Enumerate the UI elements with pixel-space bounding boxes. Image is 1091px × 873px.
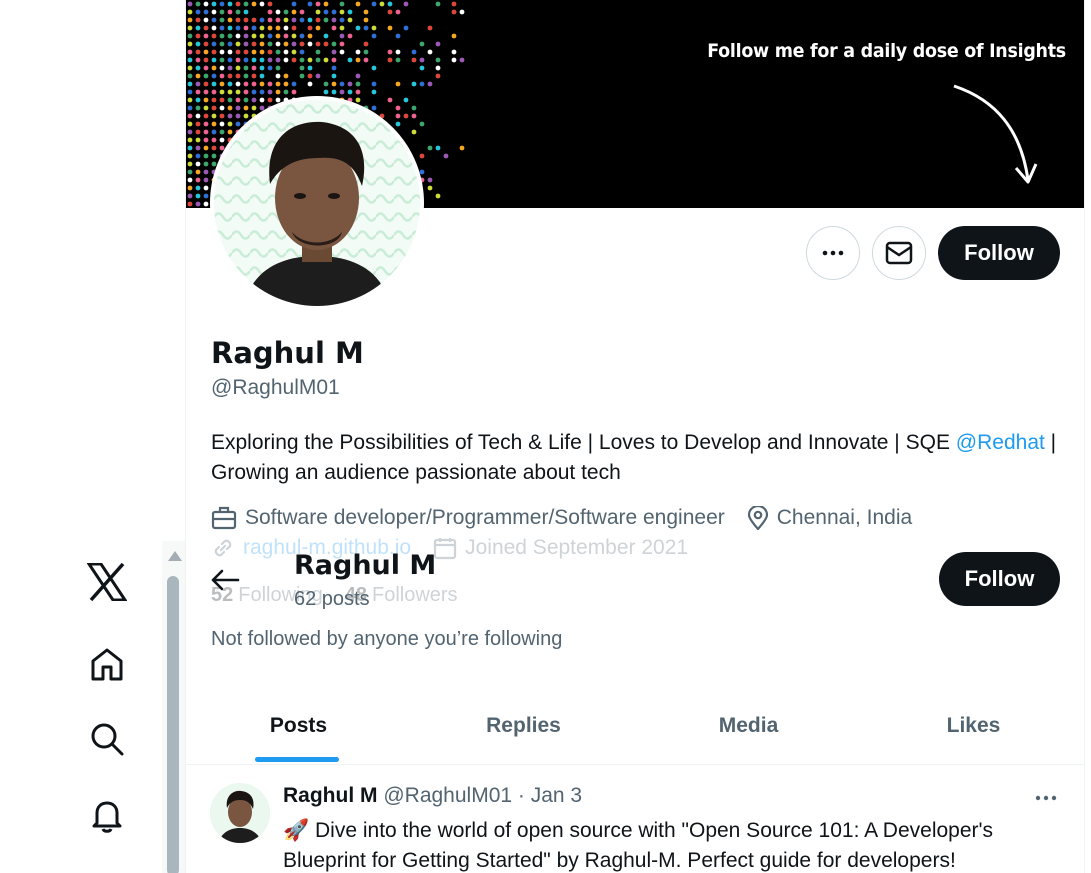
post-text: Dive into the world of open source with … (283, 819, 994, 872)
bio-mention-link[interactable]: @Redhat (956, 431, 1045, 454)
post-date[interactable]: · Jan 3 (518, 784, 582, 807)
post-author-name[interactable]: Raghul M (283, 784, 378, 807)
profile-main-column: Follow me for a daily dose of Insights F… (185, 0, 1085, 873)
more-icon (822, 250, 844, 256)
banner-text: Follow me for a daily dose of Insights (707, 40, 1066, 62)
scroll-up-arrow-icon[interactable] (168, 551, 182, 561)
tab-likes-label: Likes (946, 714, 1001, 737)
x-logo-icon[interactable] (86, 561, 128, 603)
tab-posts-label: Posts (269, 714, 328, 737)
location-item: Chennai, India (747, 506, 912, 530)
more-options-button[interactable] (806, 226, 860, 280)
profile-name: Raghul M (211, 336, 364, 370)
sticky-header-post-count: 62 posts (294, 588, 370, 610)
profile-tabs: Posts Replies Media Likes (186, 688, 1084, 765)
left-navigation (0, 0, 185, 873)
sticky-header-name: Raghul M (294, 550, 437, 581)
mail-icon (885, 241, 913, 265)
active-tab-indicator (255, 757, 339, 762)
tab-replies-label: Replies (486, 714, 561, 737)
post-body: 🚀 Dive into the world of open source wit… (283, 816, 1073, 873)
search-icon[interactable] (86, 718, 128, 760)
post-more-icon[interactable] (1034, 788, 1058, 808)
post-avatar[interactable] (210, 783, 270, 843)
tab-likes[interactable]: Likes (861, 688, 1084, 764)
follow-button[interactable]: Follow (938, 226, 1060, 280)
profile-meta-row: Software developer/Programmer/Software e… (211, 506, 934, 530)
profile-handle: @RaghulM01 (211, 376, 340, 399)
back-arrow-icon[interactable] (210, 568, 240, 592)
location-text: Chennai, India (776, 506, 913, 529)
banner-arrow-icon (953, 84, 1038, 184)
post-header: Raghul M @RaghulM01 · Jan 3 (283, 784, 582, 808)
location-icon (747, 506, 768, 530)
bio-text: Exploring the Possibilities of Tech & Li… (211, 431, 950, 454)
sticky-profile-header: Raghul M 62 posts Follow (186, 544, 1084, 622)
post-author-handle[interactable]: @RaghulM01 (383, 784, 512, 807)
briefcase-icon (211, 506, 237, 530)
tab-posts[interactable]: Posts (186, 688, 411, 764)
rocket-emoji-icon: 🚀 (283, 819, 310, 842)
bell-icon[interactable] (86, 795, 128, 837)
scrollbar-thumb[interactable] (167, 576, 179, 873)
profession-text: Software developer/Programmer/Software e… (245, 506, 725, 529)
tab-media-label: Media (718, 714, 779, 737)
profile-bio: Exploring the Possibilities of Tech & Li… (211, 428, 1071, 488)
message-button[interactable] (872, 226, 926, 280)
sticky-follow-button[interactable]: Follow (939, 552, 1060, 606)
scrollbar[interactable] (162, 541, 185, 873)
profile-avatar[interactable] (210, 96, 424, 310)
tab-media[interactable]: Media (636, 688, 861, 764)
tab-replies[interactable]: Replies (411, 688, 636, 764)
not-followed-note: Not followed by anyone you’re following (211, 628, 563, 650)
profession-item: Software developer/Programmer/Software e… (211, 506, 725, 530)
home-icon[interactable] (86, 643, 128, 685)
